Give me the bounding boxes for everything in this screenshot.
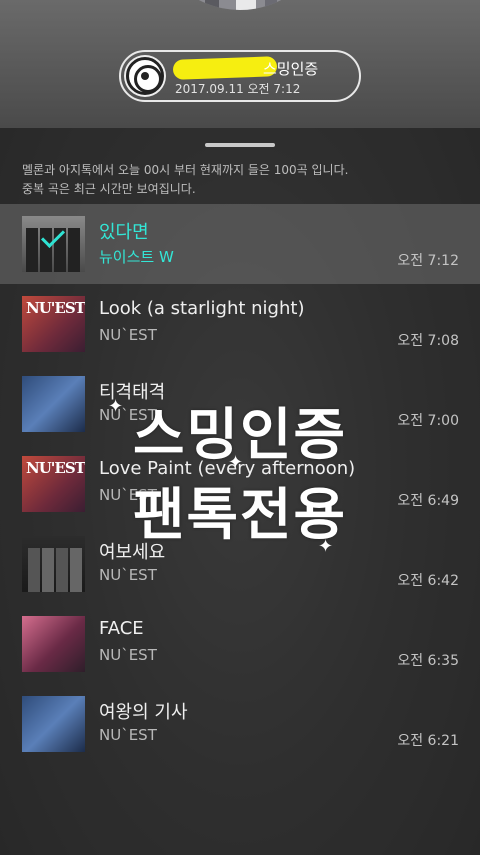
song-row-yeowangui-gisa[interactable]: 여왕의 기사 NU`EST 오전 6:21 xyxy=(0,684,480,764)
drag-handle[interactable] xyxy=(205,143,275,147)
album-art xyxy=(22,216,85,272)
song-artist: NU`EST xyxy=(99,326,157,344)
disc-icon xyxy=(126,57,164,95)
song-row-itdamyeon[interactable]: 있다면 뉴이스트 W 오전 7:12 xyxy=(0,204,480,284)
watermark-line-2: 팬톡전용 xyxy=(132,483,348,548)
song-title: FACE xyxy=(99,618,144,639)
notice-line-2: 중복 곡은 최근 시간만 보여집니다. xyxy=(22,182,196,196)
song-row-face[interactable]: FACE NU`EST 오전 6:35 xyxy=(0,604,480,684)
play-time: 오전 6:21 xyxy=(397,733,459,749)
sparkle-icon: ✦ xyxy=(228,452,244,473)
album-art xyxy=(22,696,85,752)
certificate-timestamp: 2017.09.11 오전 7:12 xyxy=(175,82,301,96)
play-time: 오전 6:35 xyxy=(397,653,459,669)
sparkle-icon: ✦ xyxy=(318,536,334,557)
song-artist: NU`EST xyxy=(99,646,157,664)
song-artist: NU`EST xyxy=(99,726,157,744)
profile-photo xyxy=(150,0,330,10)
notice-line-1: 멜론과 아지톡에서 오늘 00시 부터 현재까지 들은 100곡 입니다. xyxy=(22,163,349,177)
song-title: 여왕의 기사 xyxy=(99,702,188,723)
header-area: 스밍인증 2017.09.11 오전 7:12 xyxy=(0,0,480,128)
redaction-mark xyxy=(172,56,278,80)
song-artist: 뉴이스트 W xyxy=(99,248,174,266)
certificate-title: 스밍인증 xyxy=(263,60,319,78)
play-time: 오전 7:12 xyxy=(397,253,459,269)
song-title: 있다면 xyxy=(99,222,149,243)
album-art: NU'EST xyxy=(22,296,85,352)
song-artist: NU`EST xyxy=(99,566,157,584)
history-notice: 멜론과 아지톡에서 오늘 00시 부터 현재까지 들은 100곡 입니다. 중복… xyxy=(22,161,462,199)
play-time: 오전 7:08 xyxy=(397,333,459,349)
streaming-certificate-badge[interactable]: 스밍인증 2017.09.11 오전 7:12 xyxy=(119,50,361,102)
album-art xyxy=(22,616,85,672)
album-cover-text: NU'EST xyxy=(26,299,85,317)
sparkle-icon: ✦ xyxy=(108,396,124,417)
song-row-look[interactable]: NU'EST Look (a starlight night) NU`EST 오… xyxy=(0,284,480,364)
song-title: Look (a starlight night) xyxy=(99,298,305,319)
play-time: 오전 6:42 xyxy=(397,573,459,589)
